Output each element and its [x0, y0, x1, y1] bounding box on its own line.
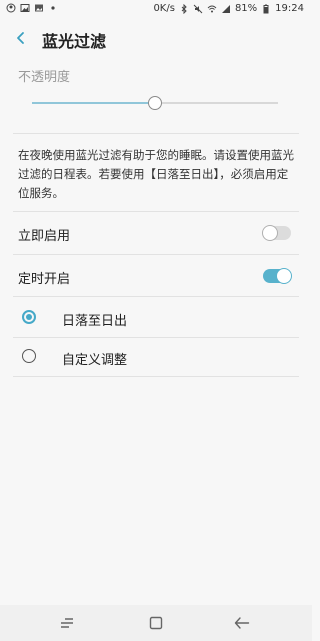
app-bar: 蓝光过滤: [0, 20, 312, 56]
status-time: 19:24: [275, 3, 304, 14]
wifi-icon: [207, 5, 217, 12]
slider-track: [155, 102, 278, 104]
option-label: 自定义调整: [62, 353, 128, 368]
back-nav-button[interactable]: [230, 613, 254, 633]
signal-icon: [221, 4, 230, 13]
image-icon: [20, 4, 30, 12]
scheduled-label: 定时开启: [18, 272, 71, 287]
battery-percent: 81%: [234, 3, 258, 14]
page-title: 蓝光过滤: [42, 32, 107, 51]
slider-thumb[interactable]: [148, 96, 162, 110]
back-button[interactable]: [10, 27, 32, 49]
radio-selected[interactable]: [22, 310, 36, 324]
description-text: 在夜晚使用蓝光过滤有助于您的睡眠。请设置使用蓝光过滤的日程表。若要使用【日落至日…: [18, 148, 294, 200]
home-button[interactable]: [144, 613, 168, 633]
status-icons-left: [6, 3, 58, 13]
back-arrow-icon: [234, 617, 250, 629]
switch-knob: [276, 268, 292, 284]
divider: [13, 133, 299, 134]
opacity-slider[interactable]: [32, 95, 278, 111]
battery-icon: [263, 4, 269, 13]
scheduled-row[interactable]: 定时开启: [0, 255, 312, 297]
gallery-icon: [35, 4, 43, 12]
mute-icon: [193, 4, 203, 13]
bluetooth-icon: [181, 3, 187, 14]
turn-on-now-row[interactable]: 立即启用: [0, 212, 312, 254]
account-circle-icon: [6, 3, 16, 13]
navigation-bar: [0, 605, 312, 641]
turn-on-now-label: 立即启用: [18, 229, 71, 244]
turn-on-now-switch[interactable]: [262, 225, 291, 241]
recents-icon: [61, 618, 73, 628]
opacity-label: 不透明度: [18, 70, 71, 85]
option-sunset-to-sunrise[interactable]: 日落至日出: [0, 297, 312, 339]
net-speed: 0K/s: [153, 3, 175, 14]
switch-knob: [262, 225, 278, 241]
status-bar: 0K/s 81% 19:24: [0, 0, 312, 20]
option-custom-schedule[interactable]: 自定义调整: [0, 336, 312, 378]
home-icon: [149, 616, 163, 630]
scheduled-switch[interactable]: [263, 268, 292, 284]
option-label: 日落至日出: [62, 314, 128, 329]
recents-button[interactable]: [55, 613, 79, 633]
chevron-left-icon: [17, 32, 24, 44]
dot-icon: [51, 6, 55, 10]
slider-track-fill: [32, 102, 155, 104]
divider: [13, 376, 299, 377]
status-icons-right: 0K/s 81% 19:24: [153, 3, 304, 14]
radio-unselected[interactable]: [22, 349, 36, 363]
